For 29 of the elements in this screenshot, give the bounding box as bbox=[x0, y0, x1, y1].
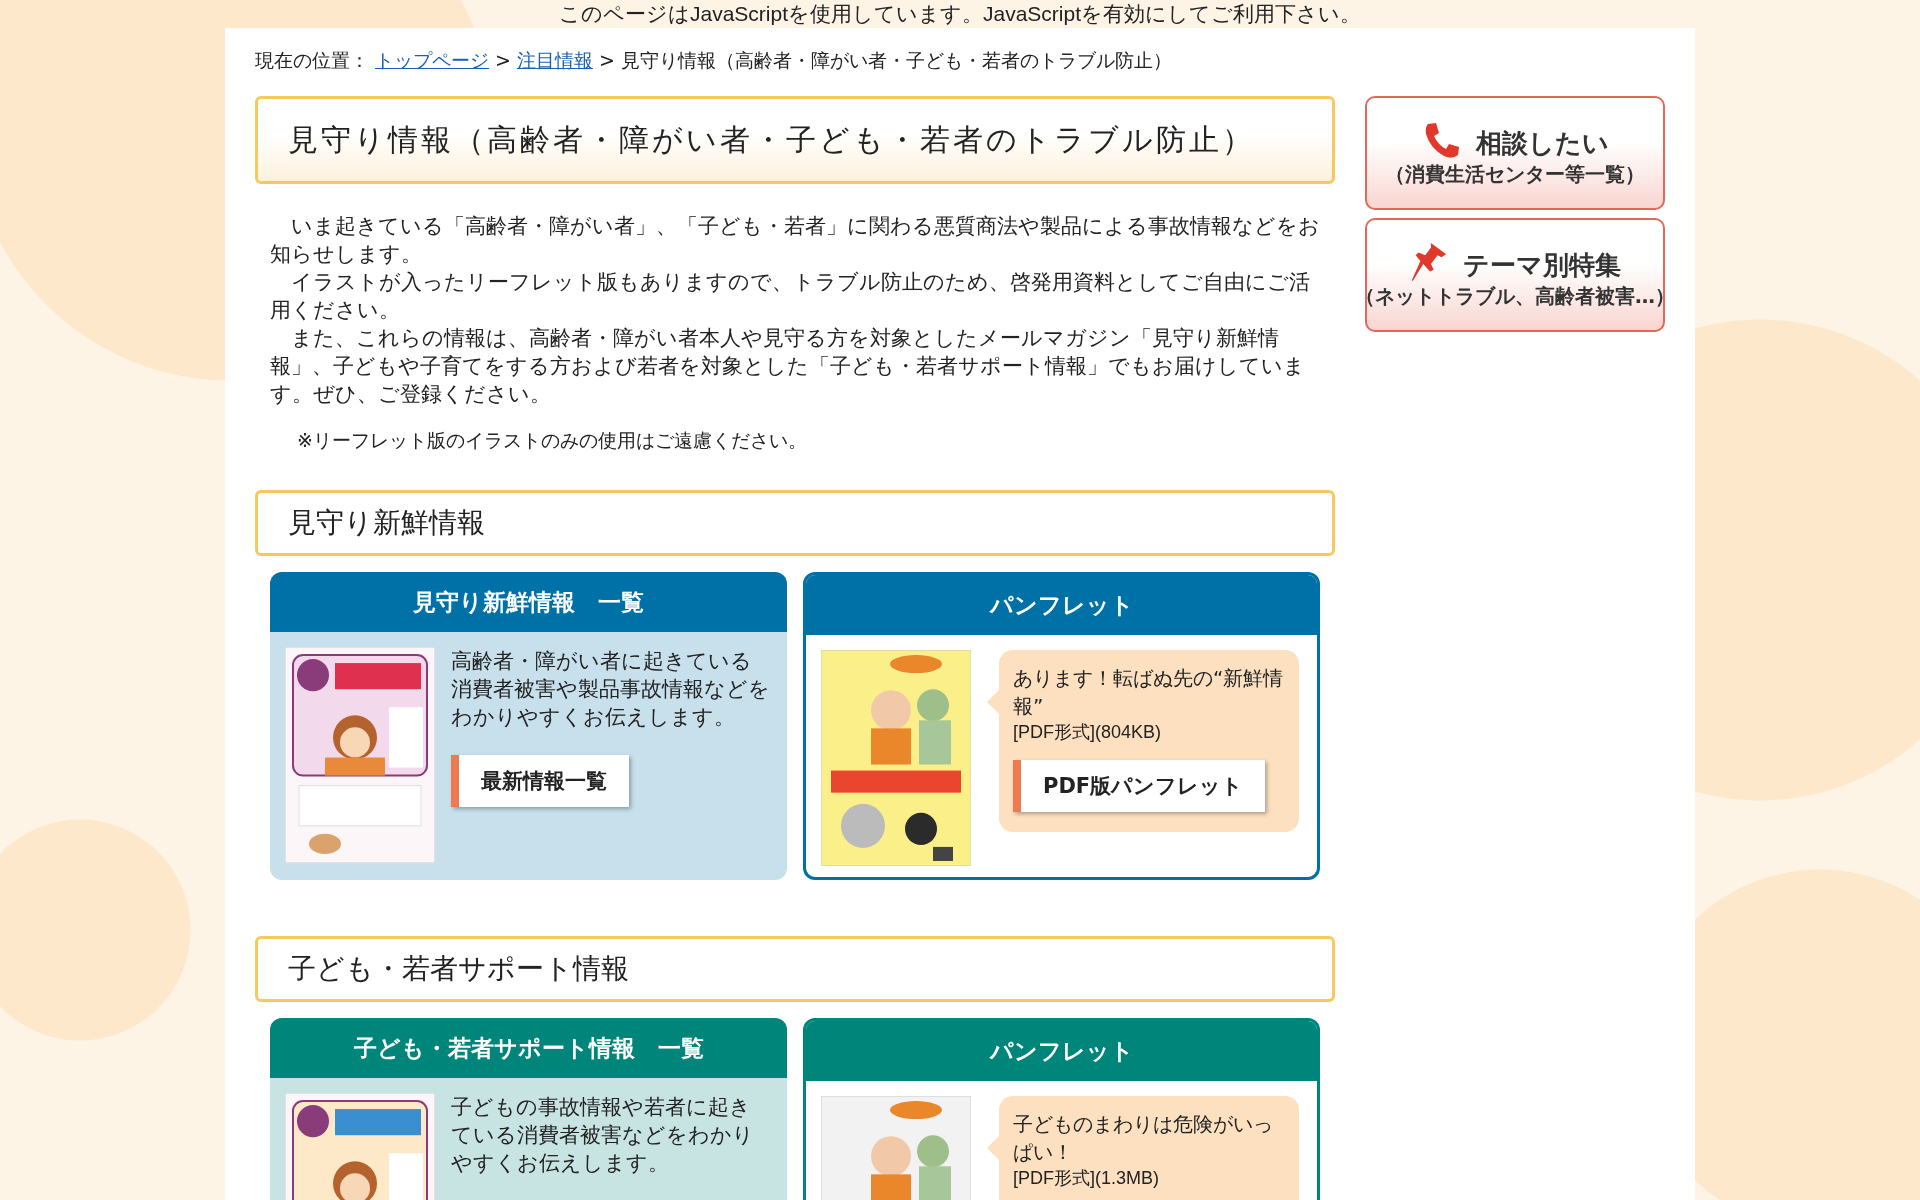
note-text: ※リーフレット版のイラストのみの使用はご遠慮ください。 bbox=[296, 428, 808, 453]
intro-paragraph: イラストが入ったリーフレット版もありますので、トラブル防止のため、啓発用資料としてご自由にご活用ください。 bbox=[270, 269, 1311, 324]
section-heading: 見守り新鮮情報 bbox=[255, 490, 1335, 556]
javascript-notice: このページはJavaScriptを使用しています。JavaScriptを有効にしてご利用下さい。 bbox=[557, 1, 1363, 27]
card-description: 子どもの事故情報や若者に起きている消費者被害などをわかりやすくお伝えします。 bbox=[451, 1094, 755, 1177]
side-banner-button[interactable]: 相談したい （消費生活センター等一覧） bbox=[1365, 96, 1665, 210]
file-info: [PDF形式](804KB) bbox=[1013, 721, 1163, 744]
card-description: 高齢者・障がい者に起きている消費者被害や製品事故情報などをわかりやすくお伝えします。 bbox=[451, 648, 771, 731]
breadcrumb-current: 見守り情報（高齢者・障がい者・子ども・若者のトラブル防止） bbox=[620, 48, 1172, 73]
pamphlet-title: 子どものまわりは危険がいっぱい！ bbox=[1013, 1111, 1274, 1166]
pushpin-icon bbox=[1409, 240, 1449, 283]
section-heading: 子ども・若者サポート情報 bbox=[255, 936, 1335, 1002]
breadcrumb-separator: > bbox=[495, 49, 511, 71]
breadcrumb-label: 現在の位置： bbox=[255, 48, 369, 73]
side-banner-button[interactable]: テーマ別特集 （ネットトラブル、高齢者被害…） bbox=[1365, 218, 1665, 332]
pamphlet-title: あります！転ばぬ先の“新鮮情報” bbox=[1013, 665, 1285, 720]
card-heading: パンフレット bbox=[806, 575, 1317, 635]
page-title: 見守り情報（高齢者・障がい者・子ども・若者のトラブル防止） bbox=[255, 96, 1335, 184]
card-heading: 子ども・若者サポート情報 一覧 bbox=[270, 1018, 787, 1078]
breadcrumb-link[interactable]: 注目情報 bbox=[516, 48, 593, 74]
breadcrumb-link[interactable]: トップページ bbox=[375, 48, 489, 74]
pdf-pamphlet-button[interactable]: PDF版パンフレット bbox=[1013, 760, 1266, 812]
card-heading: 見守り新鮮情報 一覧 bbox=[270, 572, 787, 632]
latest-list-button[interactable]: 最新情報一覧 bbox=[451, 755, 629, 807]
breadcrumb-separator: > bbox=[598, 49, 615, 71]
intro-paragraph: また、これらの情報は、高齢者・障がい者本人や見守る方を対象としたメールマガジン「見守り新鮮情報」、子どもや子育てをする方および若者を対象とした「子ども・若者サポート情報」でもお届けしています。ぜひ、ご登録ください。 bbox=[270, 325, 1306, 408]
card-heading: パンフレット bbox=[806, 1021, 1317, 1081]
intro-paragraph: いま起きている「高齢者・障がい者」、「子ども・若者」に関わる悪質商法や製品による事故情報などをお知らせします。 bbox=[270, 213, 1320, 268]
file-info: [PDF形式](1.3MB) bbox=[1013, 1167, 1160, 1190]
